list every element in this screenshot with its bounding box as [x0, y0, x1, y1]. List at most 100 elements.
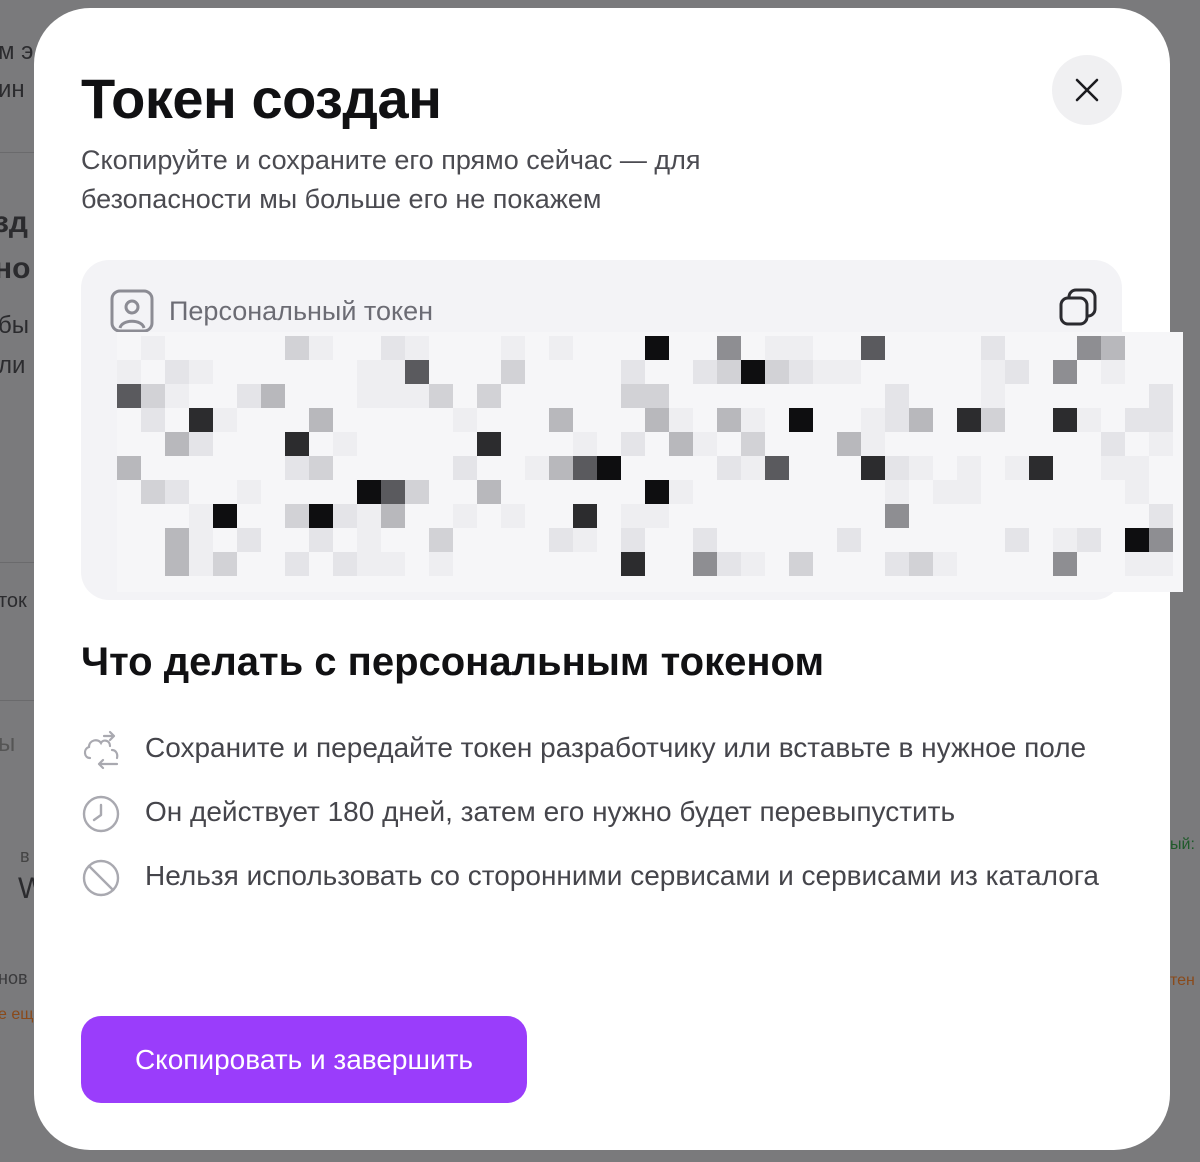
token-mosaic-cell [669, 432, 693, 456]
token-mosaic-cell [741, 456, 765, 480]
clock-icon [82, 795, 120, 833]
token-mosaic-cell [1053, 552, 1077, 576]
token-mosaic-cell [645, 480, 669, 504]
token-mosaic-cell [669, 480, 693, 504]
background-text: бы [0, 312, 29, 339]
token-mosaic-cell [381, 336, 405, 360]
token-mosaic-cell [837, 528, 861, 552]
token-mosaic-cell [213, 504, 237, 528]
token-mosaic-cell [1125, 552, 1149, 576]
token-mosaic-cell [621, 360, 645, 384]
token-mosaic-cell [981, 384, 1005, 408]
token-mosaic-cell [189, 504, 213, 528]
token-mosaic-cell [189, 552, 213, 576]
token-mosaic-cell [285, 504, 309, 528]
token-mosaic-cell [117, 384, 141, 408]
token-mosaic-cell [189, 408, 213, 432]
info-text: Нельзя использовать со сторонними сервис… [145, 860, 1099, 891]
token-mosaic-cell [453, 408, 477, 432]
token-mosaic-cell [909, 408, 933, 432]
token-mosaic-cell [573, 456, 597, 480]
token-mosaic-cell [1077, 528, 1101, 552]
token-mosaic-cell [501, 504, 525, 528]
forbidden-icon [82, 859, 120, 897]
token-value-pixelated[interactable] [117, 332, 1183, 592]
close-button[interactable] [1052, 55, 1122, 125]
token-mosaic-cell [1125, 456, 1149, 480]
section-title: Что делать с персональным токеном [81, 640, 825, 684]
token-mosaic-cell [621, 552, 645, 576]
token-mosaic-cell [789, 408, 813, 432]
background-text: тен [1170, 972, 1195, 989]
token-mosaic-cell [405, 384, 429, 408]
info-item-restriction: Нельзя использовать со сторонними сервис… [81, 856, 1121, 898]
token-mosaic-cell [741, 552, 765, 576]
token-mosaic-cell [693, 552, 717, 576]
token-mosaic-cell [597, 456, 621, 480]
token-mosaic-cell [765, 336, 789, 360]
token-mosaic-cell [285, 552, 309, 576]
token-mosaic-cell [381, 360, 405, 384]
token-header: Персональный токен [109, 288, 433, 334]
copy-icon [1059, 288, 1097, 325]
token-mosaic-cell [1149, 432, 1173, 456]
token-mosaic-cell [861, 432, 885, 456]
token-mosaic-cell [549, 336, 573, 360]
token-label: Персональный токен [169, 295, 434, 326]
token-mosaic-cell [501, 360, 525, 384]
token-mosaic-cell [141, 480, 165, 504]
token-mosaic-cell [1149, 408, 1173, 432]
token-mosaic-cell [909, 552, 933, 576]
background-text: м э [0, 38, 34, 65]
token-mosaic-cell [861, 408, 885, 432]
token-mosaic-cell [405, 360, 429, 384]
token-mosaic-cell [477, 480, 501, 504]
token-mosaic-cell [645, 384, 669, 408]
token-mosaic-cell [477, 384, 501, 408]
token-mosaic-cell [837, 360, 861, 384]
token-mosaic-cell [285, 432, 309, 456]
token-created-dialog: Токен создан Скопируйте и сохраните его … [34, 8, 1183, 1150]
token-mosaic-cell [1149, 384, 1173, 408]
token-mosaic-cell [813, 360, 837, 384]
token-mosaic-cell [309, 408, 333, 432]
token-mosaic-cell [693, 528, 717, 552]
token-mosaic-cell [165, 360, 189, 384]
token-mosaic-cell [117, 360, 141, 384]
token-mosaic-cell [981, 408, 1005, 432]
token-mosaic-cell [285, 336, 309, 360]
token-mosaic-cell [357, 504, 381, 528]
token-mosaic-cell [957, 408, 981, 432]
token-mosaic-cell [573, 432, 597, 456]
token-mosaic-cell [1005, 528, 1029, 552]
token-mosaic-cell [1101, 456, 1125, 480]
copy-token-button[interactable] [1056, 286, 1100, 330]
token-mosaic-cell [885, 384, 909, 408]
token-mosaic-cell [669, 408, 693, 432]
token-mosaic-cell [189, 432, 213, 456]
token-mosaic-cell [717, 360, 741, 384]
token-mosaic-cell [237, 384, 261, 408]
token-mosaic-cell [885, 408, 909, 432]
token-mosaic-cell [141, 384, 165, 408]
token-mosaic-cell [189, 528, 213, 552]
info-list: Сохраните и передайте токен разработчику… [81, 728, 1121, 920]
token-mosaic-cell [357, 480, 381, 504]
token-mosaic-cell [933, 480, 957, 504]
copy-and-finish-button[interactable]: Скопировать и завершить [81, 1016, 527, 1103]
background-text: в [20, 846, 30, 866]
token-mosaic-cell [261, 384, 285, 408]
token-mosaic-cell [165, 528, 189, 552]
token-mosaic-cell [573, 528, 597, 552]
token-mosaic-cell [117, 456, 141, 480]
token-mosaic-cell [405, 480, 429, 504]
token-mosaic-cell [981, 360, 1005, 384]
token-mosaic-cell [381, 504, 405, 528]
token-mosaic-cell [789, 552, 813, 576]
token-mosaic-cell [717, 456, 741, 480]
close-icon [1075, 78, 1099, 102]
token-mosaic-cell [333, 432, 357, 456]
token-mosaic-cell [717, 336, 741, 360]
background-text: ток [0, 590, 27, 612]
info-text: Сохраните и передайте токен разработчику… [145, 732, 1087, 763]
